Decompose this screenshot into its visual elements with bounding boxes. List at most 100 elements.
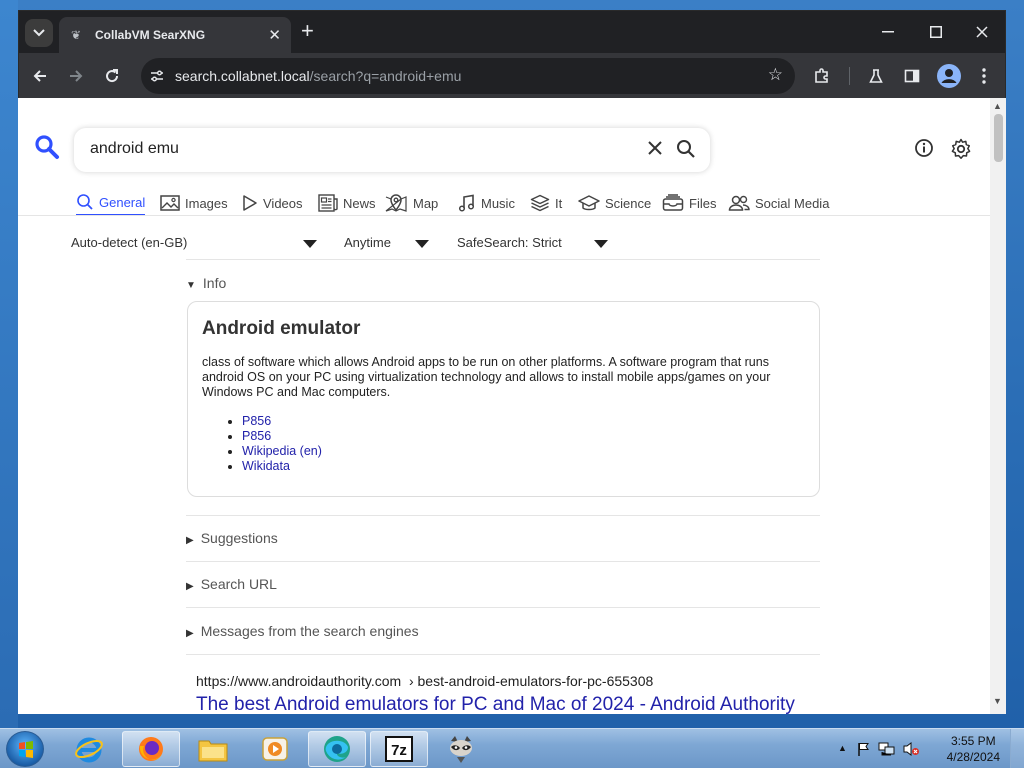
internet-explorer-icon bbox=[75, 737, 103, 763]
new-tab-button[interactable]: + bbox=[301, 20, 314, 42]
time-range-select[interactable]: Anytime bbox=[344, 235, 391, 250]
info-toggle[interactable]: ▼ Info bbox=[186, 275, 226, 291]
infobox-links: P856 P856 Wikipedia (en) Wikidata bbox=[242, 414, 805, 474]
safesearch-chevron-down-icon[interactable] bbox=[594, 240, 608, 248]
divider bbox=[186, 607, 820, 608]
desktop-background bbox=[0, 0, 18, 728]
taskbar-media-player[interactable] bbox=[246, 731, 304, 767]
tab-news[interactable]: News bbox=[318, 190, 376, 216]
labs-button[interactable] bbox=[863, 63, 889, 89]
taskbar-7zip[interactable]: 7z bbox=[370, 731, 428, 767]
back-arrow-icon bbox=[33, 70, 46, 82]
windows-logo-icon bbox=[19, 741, 33, 758]
language-chevron-down-icon[interactable] bbox=[303, 240, 317, 248]
action-center-flag-icon[interactable] bbox=[856, 741, 872, 757]
taskbar-edge[interactable] bbox=[308, 731, 366, 767]
tab-images[interactable]: Images bbox=[160, 190, 228, 216]
taskbar-explorer[interactable] bbox=[184, 731, 242, 767]
reload-button[interactable] bbox=[99, 63, 125, 89]
folder-icon bbox=[198, 740, 228, 762]
profile-avatar[interactable] bbox=[937, 64, 961, 88]
infobox-link[interactable]: Wikidata bbox=[242, 459, 290, 473]
preferences-button[interactable] bbox=[950, 138, 972, 160]
url-text: search.collabnet.local/search?q=android+… bbox=[175, 68, 461, 84]
tab-it[interactable]: It bbox=[530, 190, 562, 216]
list-item: Wikidata bbox=[242, 459, 805, 474]
show-hidden-icons-icon[interactable]: ▲ bbox=[838, 743, 847, 753]
safesearch-select[interactable]: SafeSearch: Strict bbox=[457, 235, 562, 250]
search-logo-icon bbox=[35, 135, 59, 159]
tab-videos[interactable]: Videos bbox=[242, 190, 303, 216]
infobox-link[interactable]: P856 bbox=[242, 429, 271, 443]
divider bbox=[186, 515, 820, 516]
suggestions-toggle[interactable]: ▶ Suggestions bbox=[186, 530, 278, 546]
maximize-button[interactable] bbox=[913, 11, 959, 53]
infobox-link[interactable]: P856 bbox=[242, 414, 271, 428]
page-scrollbar[interactable]: ▲ ▼ bbox=[990, 98, 1006, 714]
taskbar-raccoon-app[interactable] bbox=[432, 731, 490, 767]
tab-close-icon[interactable]: ✕ bbox=[268, 26, 281, 44]
infobox-description: class of software which allows Android a… bbox=[202, 355, 771, 399]
bookmark-star-icon[interactable]: ☆ bbox=[768, 65, 783, 85]
language-select[interactable]: Auto-detect (en-GB) bbox=[71, 235, 187, 250]
scroll-thumb[interactable] bbox=[994, 114, 1003, 162]
extensions-button[interactable] bbox=[809, 63, 835, 89]
side-panel-button[interactable] bbox=[899, 63, 925, 89]
address-bar[interactable]: search.collabnet.local/search?q=android+… bbox=[141, 58, 795, 94]
clock[interactable]: 3:55 PM 4/28/2024 bbox=[947, 733, 1000, 765]
side-panel-icon bbox=[904, 69, 920, 83]
search-submit-button[interactable] bbox=[676, 139, 696, 159]
tab-general[interactable]: General bbox=[76, 190, 146, 216]
info-toggle-label: Info bbox=[202, 275, 227, 291]
url-path: /search?q=android+emu bbox=[309, 68, 462, 84]
volume-muted-icon[interactable] bbox=[902, 741, 920, 757]
site-info-icon[interactable] bbox=[149, 68, 165, 84]
tab-science[interactable]: Science bbox=[578, 190, 651, 216]
result-domain: https://www.androidauthority.com bbox=[196, 673, 402, 689]
category-divider bbox=[18, 215, 990, 216]
search-input[interactable]: android emu bbox=[90, 140, 179, 158]
clear-search-button[interactable] bbox=[648, 138, 662, 161]
taskbar: 7z ▲ 3:55 PM 4/28/2024 bbox=[0, 728, 1024, 768]
tab-social-media[interactable]: Social Media bbox=[728, 190, 829, 216]
scroll-up-icon[interactable]: ▲ bbox=[993, 101, 1002, 111]
forward-button[interactable] bbox=[63, 63, 89, 89]
tab-search-button[interactable] bbox=[25, 19, 53, 47]
divider bbox=[186, 654, 820, 655]
suggestions-label: Suggestions bbox=[200, 530, 278, 546]
tab-strip: ❦ CollabVM SearXNG ✕ + bbox=[19, 11, 1005, 53]
scroll-down-icon[interactable]: ▼ bbox=[993, 696, 1002, 706]
people-icon bbox=[728, 195, 750, 211]
browser-tab[interactable]: ❦ CollabVM SearXNG ✕ bbox=[59, 17, 291, 53]
chevron-down-icon bbox=[33, 29, 45, 37]
browser-menu-button[interactable] bbox=[971, 63, 997, 89]
time-chevron-down-icon[interactable] bbox=[415, 240, 429, 248]
engine-messages-toggle[interactable]: ▶ Messages from the search engines bbox=[186, 623, 419, 639]
network-icon[interactable] bbox=[878, 741, 896, 757]
person-icon bbox=[941, 69, 957, 83]
infobox-link[interactable]: Wikipedia (en) bbox=[242, 444, 322, 458]
start-button[interactable] bbox=[6, 731, 44, 767]
searxng-logo[interactable] bbox=[34, 134, 60, 167]
close-window-button[interactable] bbox=[959, 11, 1005, 53]
back-button[interactable] bbox=[27, 63, 53, 89]
taskbar-ie[interactable] bbox=[60, 731, 118, 767]
show-desktop-button[interactable] bbox=[1010, 729, 1024, 768]
reload-icon bbox=[106, 69, 119, 83]
minimize-icon bbox=[882, 31, 894, 33]
url-host: search.collabnet.local bbox=[175, 68, 310, 84]
taskbar-firefox[interactable] bbox=[122, 731, 180, 767]
tab-music[interactable]: Music bbox=[458, 190, 515, 216]
infobox-title: Android emulator bbox=[202, 318, 361, 339]
search-url-toggle[interactable]: ▶ Search URL bbox=[186, 576, 277, 592]
tab-label: Map bbox=[413, 195, 439, 211]
minimize-button[interactable] bbox=[865, 11, 911, 53]
tab-map[interactable]: Map bbox=[384, 190, 438, 216]
result-title-link[interactable]: The best Android emulators for PC and Ma… bbox=[196, 694, 795, 714]
close-icon bbox=[976, 26, 988, 38]
result-url[interactable]: https://www.androidauthority.com › best-… bbox=[196, 673, 653, 689]
media-player-icon bbox=[262, 737, 288, 761]
list-item: Wikipedia (en) bbox=[242, 444, 805, 459]
tab-files[interactable]: Files bbox=[662, 190, 716, 216]
about-button[interactable] bbox=[914, 138, 936, 160]
